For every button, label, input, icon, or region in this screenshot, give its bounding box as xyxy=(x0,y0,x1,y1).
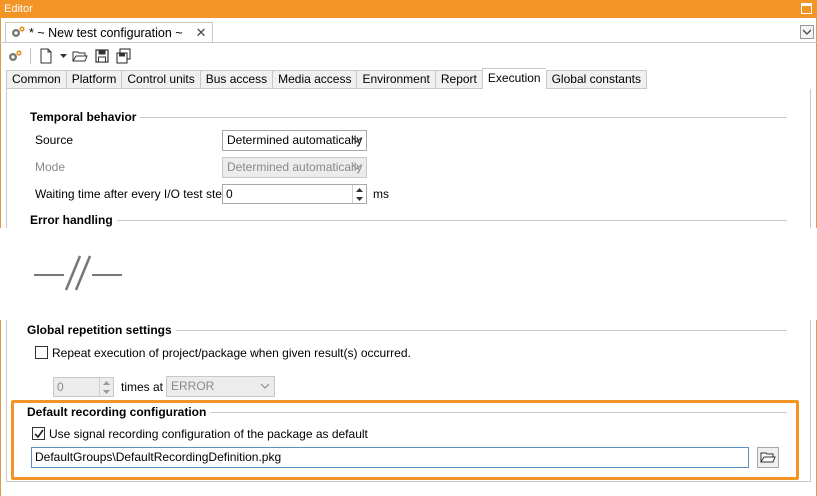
repeat-times-value: 0 xyxy=(57,380,64,394)
save-icon xyxy=(95,49,109,63)
window-title: Editor xyxy=(4,3,33,15)
tab-global-constants[interactable]: Global constants xyxy=(545,70,647,89)
repetition-group-title: Global repetition settings xyxy=(27,323,176,337)
repeat-times-stepper[interactable]: 0 xyxy=(53,377,114,397)
stepper-up-icon[interactable] xyxy=(100,378,113,387)
save-all-button[interactable] xyxy=(115,47,133,65)
new-document-button[interactable] xyxy=(37,47,55,65)
document-tab[interactable]: * ~ New test configuration ~ ✕ xyxy=(5,22,214,43)
chevron-down-icon xyxy=(59,53,67,58)
check-icon xyxy=(34,429,44,439)
recording-path-input[interactable]: DefaultGroups\DefaultRecordingDefinition… xyxy=(31,447,749,468)
tab-media-access[interactable]: Media access xyxy=(272,70,357,89)
stepper-down-icon[interactable] xyxy=(100,387,113,396)
tab-strip-divider xyxy=(0,42,817,43)
mode-combobox[interactable]: Determined automatically xyxy=(222,157,367,178)
mode-value: Determined automatically xyxy=(227,160,363,174)
save-button[interactable] xyxy=(93,47,111,65)
waiting-time-stepper[interactable]: 0 xyxy=(222,184,367,204)
repeat-execution-label: Repeat execution of project/package when… xyxy=(52,346,411,360)
editor-tabs: Common Platform Control units Bus access… xyxy=(6,68,647,89)
tab-bus-access[interactable]: Bus access xyxy=(199,70,273,89)
source-value: Determined automatically xyxy=(227,133,363,147)
editor-titlebar: Editor xyxy=(0,0,817,18)
source-combobox[interactable]: Determined automatically xyxy=(222,130,367,151)
open-folder-icon xyxy=(72,51,88,62)
stepper-up-icon[interactable] xyxy=(353,185,366,194)
break-symbol-icon xyxy=(34,255,122,291)
close-tab-icon[interactable]: ✕ xyxy=(196,25,207,41)
temporal-group-line xyxy=(30,117,787,118)
toolbar-separator xyxy=(30,48,31,64)
config-gear-icon xyxy=(10,25,26,42)
source-label: Source xyxy=(35,133,74,147)
browse-button[interactable] xyxy=(757,447,779,468)
repeat-execution-checkbox[interactable] xyxy=(35,346,48,359)
maximize-icon[interactable] xyxy=(801,3,812,14)
times-at-label: times at xyxy=(121,380,164,394)
temporal-group-title: Temporal behavior xyxy=(30,110,141,124)
new-dropdown-button[interactable] xyxy=(59,47,67,65)
mode-label: Mode xyxy=(35,160,66,174)
use-package-recording-label: Use signal recording configuration of th… xyxy=(49,427,368,441)
waiting-time-unit: ms xyxy=(373,187,389,201)
repeat-result-combobox[interactable]: ERROR xyxy=(166,376,275,397)
tab-list-dropdown-button[interactable] xyxy=(800,25,814,39)
tab-common[interactable]: Common xyxy=(6,70,66,89)
tab-control-units[interactable]: Control units xyxy=(121,70,200,89)
waiting-time-value: 0 xyxy=(226,187,233,201)
tab-execution[interactable]: Execution xyxy=(481,68,546,89)
recording-group-title: Default recording configuration xyxy=(27,405,211,419)
chevron-down-icon xyxy=(803,29,811,35)
config-gear-icon xyxy=(9,50,22,61)
new-document-icon xyxy=(40,48,52,64)
stepper-down-icon[interactable] xyxy=(353,194,366,203)
tab-report[interactable]: Report xyxy=(434,70,482,89)
save-all-icon xyxy=(116,48,131,64)
error-group-title: Error handling xyxy=(30,213,117,227)
tab-platform[interactable]: Platform xyxy=(65,70,122,89)
error-group-line xyxy=(30,220,787,221)
config-gear-button[interactable] xyxy=(6,47,24,65)
recording-path-value: DefaultGroups\DefaultRecordingDefinition… xyxy=(35,450,282,464)
use-package-recording-checkbox[interactable] xyxy=(32,427,45,440)
chevron-down-icon xyxy=(352,137,362,143)
browse-folder-icon xyxy=(760,452,776,463)
repeat-result-value: ERROR xyxy=(171,379,215,393)
tab-environment[interactable]: Environment xyxy=(356,70,435,89)
chevron-down-icon xyxy=(260,383,270,389)
open-button[interactable] xyxy=(71,47,89,65)
document-tab-label: * ~ New test configuration ~ xyxy=(29,26,183,40)
omitted-section-band xyxy=(0,228,817,320)
chevron-down-icon xyxy=(352,164,362,170)
editor-toolbar xyxy=(6,46,133,66)
waiting-time-label: Waiting time after every I/O test step xyxy=(35,187,229,201)
